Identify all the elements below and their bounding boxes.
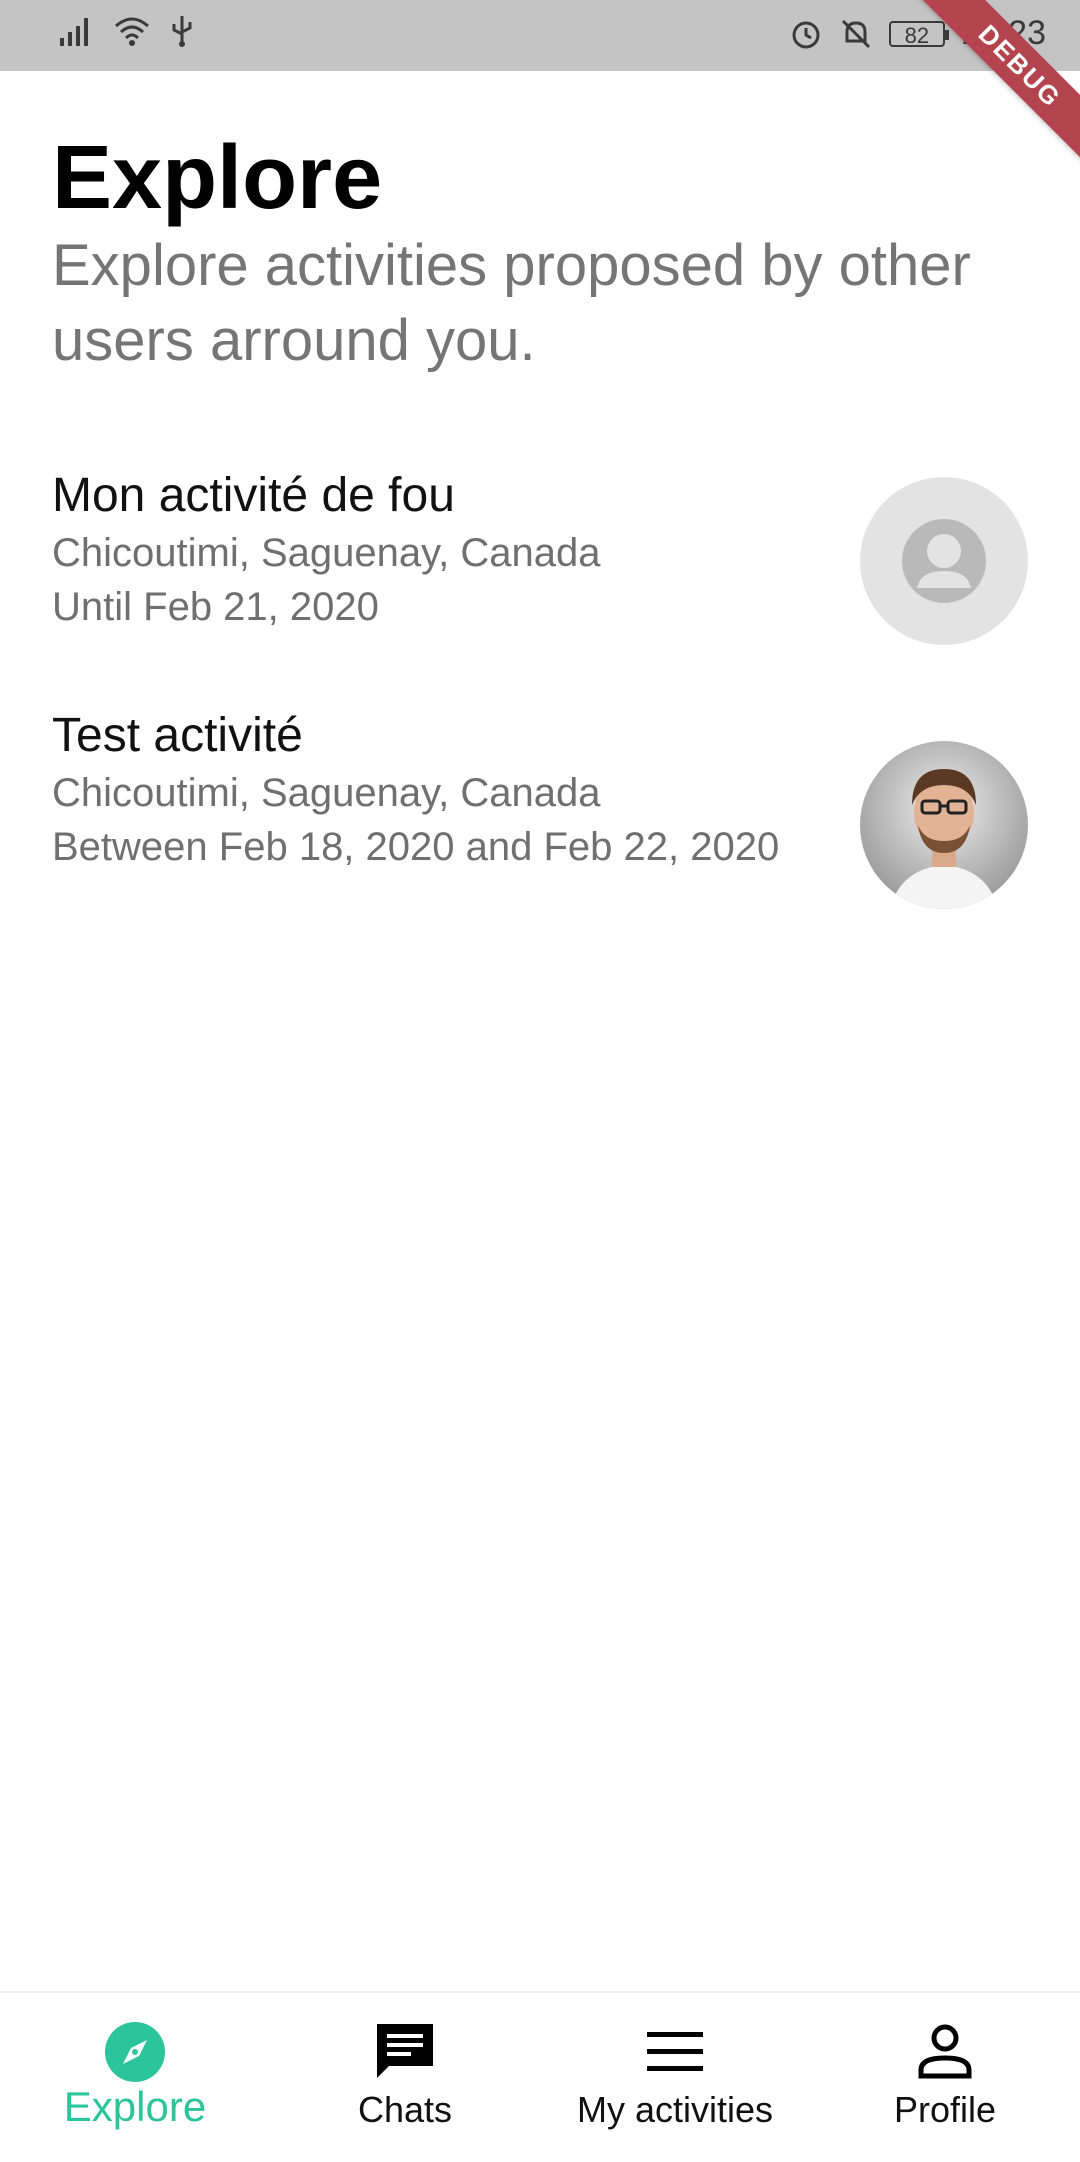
nav-label: Profile: [893, 2089, 997, 2130]
activity-location: Chicoutimi, Saguenay, Canada: [52, 771, 601, 815]
default-avatar-icon: [860, 477, 1028, 645]
signal-icon: [58, 14, 94, 48]
activity-title: Test activité: [52, 709, 303, 762]
nav-chats[interactable]: Chats: [270, 1993, 540, 2162]
bottom-navigation: Explore Chats My activities Profile: [0, 1991, 1080, 2162]
page-title: Explore: [52, 128, 383, 228]
chat-icon: [377, 2024, 433, 2078]
compass-icon: [105, 2022, 165, 2082]
nav-label: Explore: [63, 2083, 207, 2130]
nav-my-activities[interactable]: My activities: [540, 1993, 810, 2162]
wifi-icon: [112, 14, 152, 48]
menu-icon: [647, 2032, 703, 2071]
nav-label: My activities: [576, 2089, 774, 2130]
activity-dates: Until Feb 21, 2020: [52, 585, 379, 629]
battery-indicator: 82: [888, 20, 949, 48]
activity-dates: Between Feb 18, 2020 and Feb 22, 2020: [52, 825, 780, 869]
usb-icon: [170, 14, 194, 48]
activity-list-item[interactable]: Mon activité de fou Chicoutimi, Saguenay…: [52, 466, 1028, 645]
nav-profile[interactable]: Profile: [810, 1993, 1080, 2162]
user-avatar: [860, 741, 1028, 909]
person-icon: [918, 2024, 972, 2079]
nav-explore[interactable]: Explore: [0, 1993, 270, 2162]
mute-bell-icon: [839, 17, 873, 51]
activity-list-item[interactable]: Test activité Chicoutimi, Saguenay, Cana…: [52, 706, 1028, 909]
alarm-icon: [789, 17, 823, 51]
activity-location: Chicoutimi, Saguenay, Canada: [52, 531, 601, 575]
page-subtitle: Explore activities proposed by other use…: [52, 233, 971, 373]
nav-label: Chats: [357, 2089, 453, 2130]
status-bar: 82 18:23: [0, 0, 1080, 71]
